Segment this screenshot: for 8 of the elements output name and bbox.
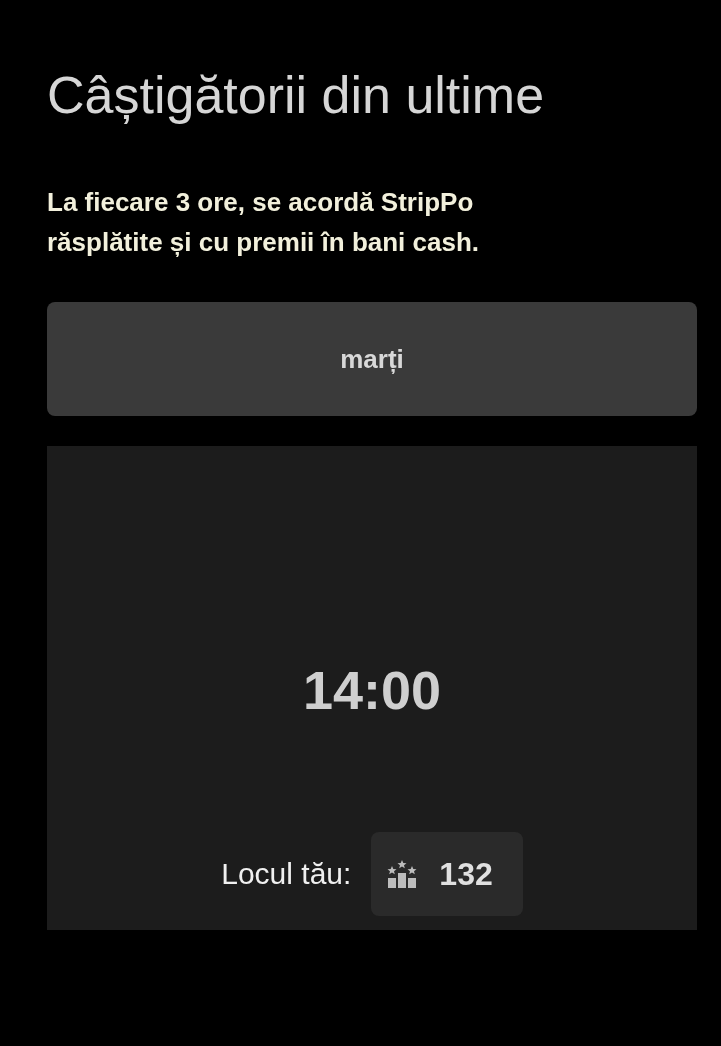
description-text: răsplătite și cu premii în bani cash.	[47, 226, 480, 259]
day-button[interactable]: marți	[47, 302, 697, 416]
podium-stars-icon	[387, 860, 418, 888]
time-text: 14:00	[302, 659, 442, 722]
place-label: Locul tău:	[221, 857, 352, 891]
page-title: Câștigătorii din ultime	[47, 65, 545, 126]
description-text: La fiecare 3 ore, se acordă StripPo	[47, 186, 474, 219]
rank-number: 132	[439, 855, 493, 893]
